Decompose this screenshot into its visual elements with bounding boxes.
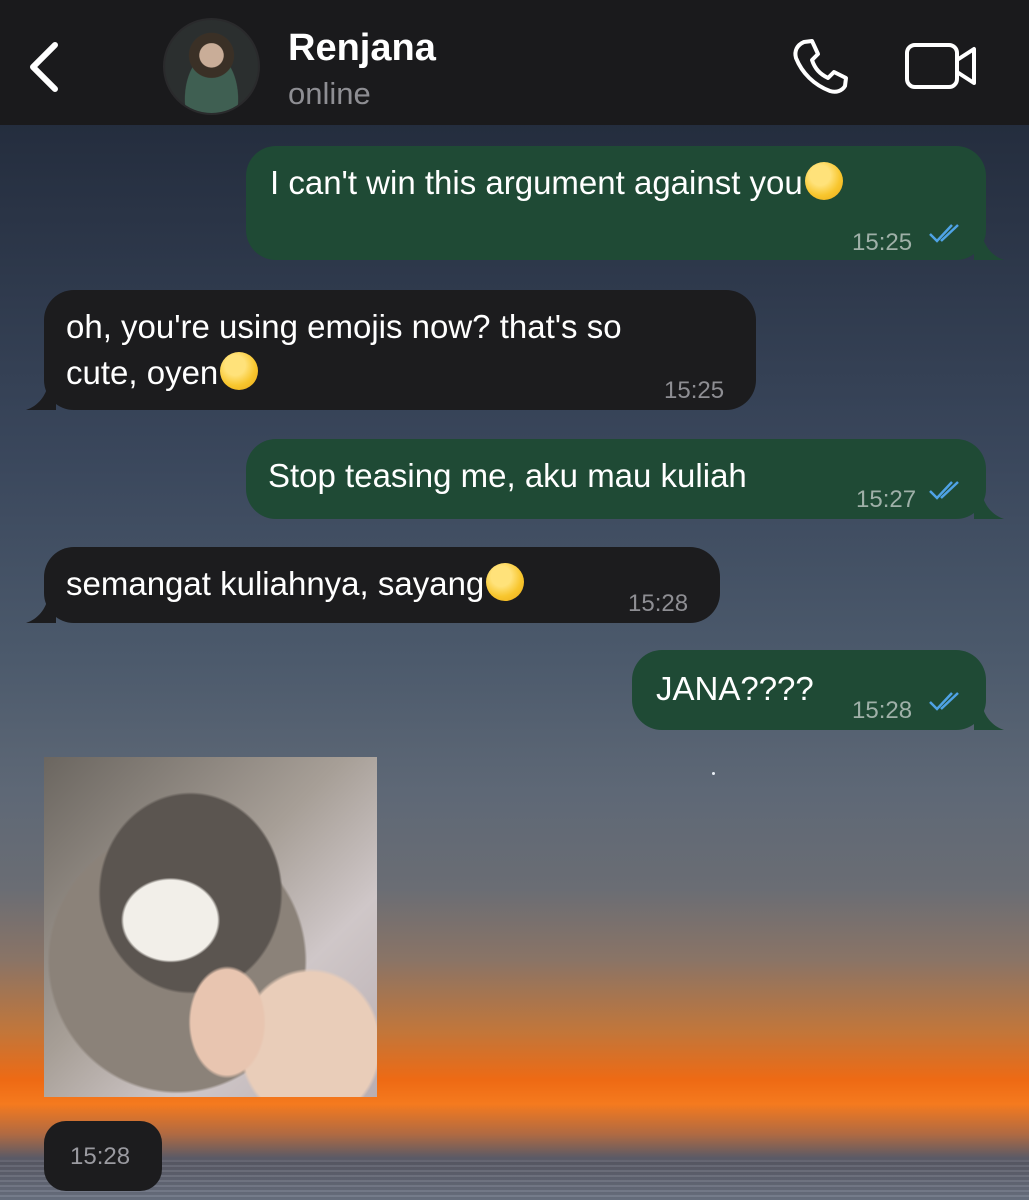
- wallpaper-star: [712, 772, 715, 775]
- pleading-face-emoji-icon: [220, 352, 259, 390]
- bubble-tail: [974, 704, 1004, 730]
- message-text: I can't win this argument against you: [270, 164, 803, 201]
- chat-header: Renjana online: [0, 0, 1029, 125]
- message-time: 15:28: [852, 697, 913, 724]
- message-text: JANA????: [656, 670, 814, 707]
- message-time: 15:28: [628, 590, 689, 617]
- message-time: 15:25: [664, 377, 725, 404]
- outgoing-message-bubble[interactable]: Stop teasing me, aku mau kuliah 15:27: [246, 439, 986, 519]
- message-text-line-1: oh, you're using emojis now? that's so: [66, 308, 622, 345]
- back-button[interactable]: [22, 36, 66, 98]
- read-ticks-icon: [929, 481, 959, 500]
- message-text: semangat kuliahnya, sayang: [66, 565, 485, 602]
- bubble-tail: [26, 384, 56, 410]
- video-call-button[interactable]: [904, 40, 978, 92]
- message-text-line-2: cute, oyen: [66, 354, 219, 391]
- voice-call-button[interactable]: [790, 36, 850, 96]
- sticker-time-pill: 15:28: [44, 1121, 162, 1191]
- contact-avatar[interactable]: [163, 18, 260, 115]
- message-time: 15:27: [856, 486, 917, 513]
- message-text: Stop teasing me, aku mau kuliah: [268, 457, 747, 494]
- read-ticks-icon: [929, 224, 959, 243]
- bubble-tail: [974, 234, 1004, 260]
- bubble-tail: [974, 493, 1004, 519]
- smiling-face-with-hearts-emoji-icon: [486, 563, 525, 601]
- contact-name[interactable]: Renjana: [288, 27, 436, 70]
- message-time: 15:28: [70, 1143, 131, 1170]
- outgoing-message-bubble[interactable]: JANA???? 15:28: [632, 650, 986, 730]
- incoming-message-bubble[interactable]: semangat kuliahnya, sayang 15:28: [44, 547, 720, 623]
- read-ticks-icon: [929, 692, 959, 711]
- kitten-biting-finger-sticker[interactable]: [44, 757, 377, 1097]
- message-time: 15:25: [852, 229, 913, 256]
- contact-status: online: [288, 76, 371, 111]
- outgoing-message-bubble[interactable]: I can't win this argument against you 15…: [246, 146, 986, 260]
- video-camera-icon: [905, 43, 976, 89]
- phone-icon: [793, 39, 848, 94]
- bubble-tail: [26, 597, 56, 623]
- back-chevron-icon: [30, 42, 58, 92]
- exhaling-face-emoji-icon: [804, 162, 843, 200]
- incoming-message-bubble[interactable]: oh, you're using emojis now? that's so c…: [44, 290, 756, 410]
